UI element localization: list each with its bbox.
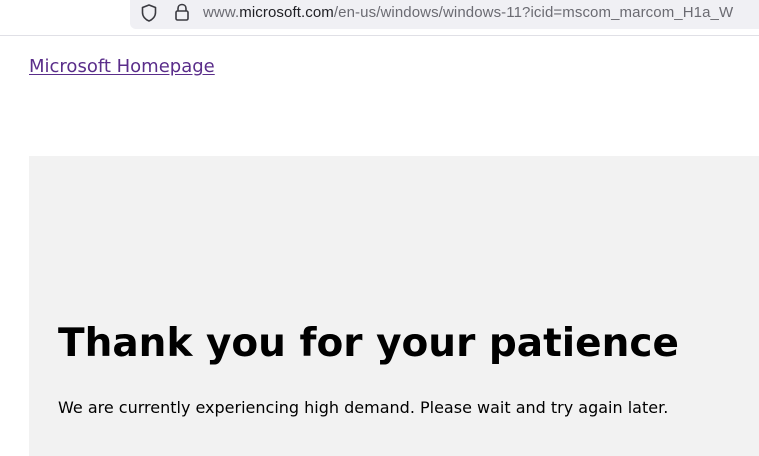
shield-icon[interactable] [139, 3, 159, 23]
status-message: We are currently experiencing high deman… [58, 398, 669, 417]
microsoft-homepage-link[interactable]: Microsoft Homepage [29, 56, 215, 77]
browser-toolbar: www.microsoft.com/en-us/windows/windows-… [0, 0, 759, 36]
address-bar[interactable]: www.microsoft.com/en-us/windows/windows-… [130, 0, 759, 29]
url-text[interactable]: www.microsoft.com/en-us/windows/windows-… [203, 4, 733, 21]
url-path: /en-us/windows/windows-11?icid=mscom_mar… [333, 4, 734, 21]
url-prefix: www. [203, 4, 240, 21]
lock-icon[interactable] [173, 2, 191, 22]
page-title: Thank you for your patience [58, 321, 679, 366]
url-domain: microsoft.com [239, 4, 334, 21]
